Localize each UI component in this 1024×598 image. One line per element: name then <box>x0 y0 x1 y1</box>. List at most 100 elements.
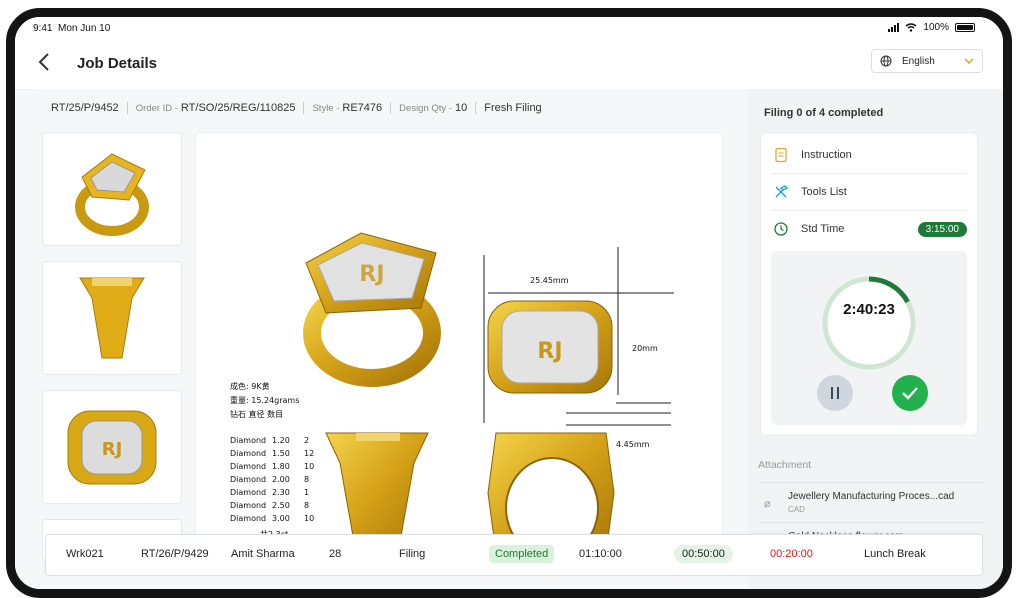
status-icons: 100% <box>888 22 975 33</box>
std-time-badge: 3:15:00 <box>917 221 967 237</box>
time-cell-3: 00:20:00 <box>770 548 813 560</box>
band-dimension: 4.45mm <box>616 440 650 449</box>
qty-label: Design Qty - <box>399 102 452 114</box>
divider <box>475 102 477 114</box>
job-id-cell: RT/26/P/9429 <box>141 548 209 560</box>
pause-button[interactable] <box>817 375 853 411</box>
std-time-label: Std Time <box>801 223 845 235</box>
diamond-rows: Diamond 1.20 2 Diamond 1.50 12 Diamond 1.80 10 Di… <box>230 436 314 523</box>
task-panel: Filing 0 of 4 completed Instruction Tool… <box>748 89 1003 589</box>
diamond-count: 8 <box>304 501 309 510</box>
order-id: RT/SO/25/REG/110825 <box>180 102 296 114</box>
qty-value: 10 <box>454 102 468 114</box>
page-title: Job Details <box>77 55 158 72</box>
thumbnail-3[interactable]: RJ <box>42 390 182 504</box>
chevron-down-icon <box>964 58 974 64</box>
technical-drawing: RJ RJ 25.45mm 20mm 4.45mm 成色: 9K黄 重量: 15… <box>195 132 723 554</box>
status-badge: Completed <box>489 545 555 563</box>
spec-line: 重量: 15.24grams <box>230 395 299 405</box>
diamond-size: 1.80 <box>272 462 290 471</box>
ring-image <box>79 277 145 359</box>
instruction-row[interactable]: Instruction <box>771 137 967 174</box>
diamond-count: 10 <box>304 462 314 471</box>
svg-text:RJ: RJ <box>359 262 384 287</box>
status-time: 9:41 Mon Jun 10 <box>33 23 111 34</box>
status-bar: 9:41 Mon Jun 10 100% <box>15 17 1003 39</box>
diamond-count: 8 <box>304 475 309 484</box>
width-dimension: 25.45mm <box>530 276 569 285</box>
svg-text:RJ: RJ <box>102 439 123 460</box>
diamond-name: Diamond <box>230 475 266 484</box>
clock-icon <box>774 222 788 236</box>
diamond-size: 3.00 <box>272 514 290 523</box>
paperclip-icon: ⌀ <box>764 498 771 510</box>
divider <box>126 102 128 114</box>
style-value: RE7476 <box>342 102 383 114</box>
spec-table: 成色: 9K黄 重量: 15.24grams 钻石 直径 数目 Diamond 1… <box>230 381 314 539</box>
document-icon <box>775 147 787 163</box>
worker-name: Amit Sharma <box>231 548 295 560</box>
ring-image: RJ <box>67 410 157 484</box>
battery-icon <box>955 23 975 32</box>
wifi-icon <box>905 23 917 32</box>
chevron-left-icon <box>38 53 49 71</box>
timer-ring <box>822 276 916 370</box>
attachment-type: CAD <box>788 505 805 514</box>
diamond-name: Diamond <box>230 501 266 510</box>
diamond-count: 12 <box>304 449 314 458</box>
timer-value: 2:40:23 <box>843 301 895 318</box>
thumbnail-1[interactable] <box>42 132 182 246</box>
thumbnail-2[interactable] <box>42 261 182 375</box>
divider <box>390 102 392 114</box>
complete-button[interactable] <box>892 375 928 411</box>
diamond-size: 1.20 <box>272 436 290 445</box>
ring-perspective-view: RJ <box>303 232 441 387</box>
progress-title: Filing 0 of 4 completed <box>764 107 884 119</box>
qty-cell: 28 <box>329 548 342 560</box>
screen: 9:41 Mon Jun 10 100% Job Details English… <box>15 17 1003 589</box>
diamond-size: 2.50 <box>272 501 290 510</box>
diamond-name: Diamond <box>230 514 266 523</box>
signal-icon <box>888 23 900 32</box>
tools-label: Tools List <box>801 186 847 198</box>
back-button[interactable] <box>37 51 57 75</box>
diamond-size: 2.30 <box>272 488 290 497</box>
drawing-canvas: RJ RJ 25.45mm 20mm 4.45mm 成色: 9K黄 重量: 15… <box>230 232 674 553</box>
process-name: Fresh Filing <box>484 102 542 114</box>
task-card: Instruction Tools List Std Time 3:15:00 … <box>760 132 978 436</box>
diamond-name: Diamond <box>230 488 266 497</box>
divider <box>303 102 305 114</box>
tools-icon <box>775 185 789 198</box>
spec-line: 成色: 9K黄 <box>230 381 270 391</box>
attachment-title: Attachment <box>758 459 812 471</box>
language-select[interactable]: English <box>871 49 983 73</box>
worker-id: Wrk021 <box>66 548 104 560</box>
timer-box: 2:40:23 <box>771 251 967 425</box>
time-cell-1: 01:10:00 <box>579 548 622 560</box>
globe-icon <box>880 55 892 67</box>
diamond-name: Diamond <box>230 462 266 471</box>
check-icon <box>902 387 918 400</box>
header: Job Details English <box>15 39 1003 90</box>
table-row[interactable]: Wrk021 RT/26/P/9429 Amit Sharma 28 Filin… <box>45 534 983 576</box>
svg-text:RJ: RJ <box>537 339 562 364</box>
order-label: Order ID - <box>135 102 178 114</box>
thumbnail-list: RJ <box>42 132 182 576</box>
battery-percent: 100% <box>923 22 949 33</box>
language-value: English <box>902 55 935 67</box>
std-time-row: Std Time 3:15:00 <box>771 211 967 247</box>
diamond-size: 2.00 <box>272 475 290 484</box>
note-cell: Lunch Break <box>864 548 926 560</box>
process-cell: Filing <box>399 548 426 560</box>
job-id: RT/25/P/9452 <box>51 102 119 114</box>
instruction-label: Instruction <box>801 149 852 161</box>
diamond-count: 2 <box>304 436 309 445</box>
attachment-item[interactable]: ⌀ Jewellery Manufacturing Proces...cad C… <box>758 482 984 523</box>
spec-line: 钻石 直径 数目 <box>230 409 283 419</box>
tools-row[interactable]: Tools List <box>771 174 967 211</box>
diamond-name: Diamond <box>230 449 266 458</box>
diamond-name: Diamond <box>230 436 266 445</box>
job-meta-bar: RT/25/P/9452 Order ID - RT/SO/25/REG/110… <box>35 89 747 127</box>
diamond-count: 1 <box>304 488 309 497</box>
diamond-count: 10 <box>304 514 314 523</box>
